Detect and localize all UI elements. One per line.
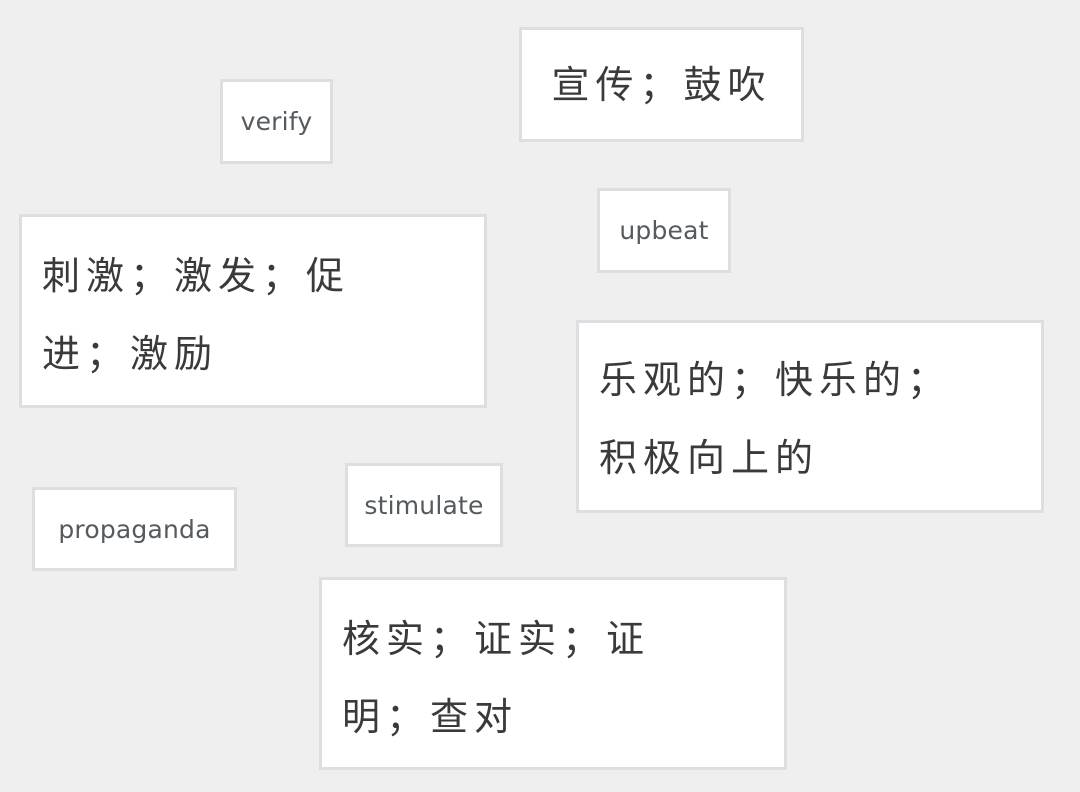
word-card-text: upbeat: [619, 216, 709, 245]
meaning-card-xuanchuan[interactable]: 宣传；鼓吹: [519, 27, 804, 142]
word-card-text: verify: [240, 107, 313, 136]
word-card-propaganda[interactable]: propaganda: [32, 487, 237, 571]
meaning-card-text: 刺激；激发；促进；激励: [42, 254, 351, 376]
meaning-card-text: 宣传；鼓吹: [551, 62, 772, 107]
meaning-card-heshi[interactable]: 核实；证实；证明；查对: [319, 577, 787, 770]
meaning-card-ciji[interactable]: 刺激；激发；促进；激励: [19, 214, 487, 408]
word-card-text: propaganda: [58, 514, 211, 544]
word-card-text: stimulate: [364, 490, 484, 520]
word-card-upbeat[interactable]: upbeat: [597, 188, 731, 273]
word-card-verify[interactable]: verify: [220, 79, 333, 164]
meaning-card-text: 乐观的；快乐的；积极向上的: [599, 358, 952, 480]
meaning-card-leguan[interactable]: 乐观的；快乐的；积极向上的: [576, 320, 1044, 513]
word-card-stimulate[interactable]: stimulate: [345, 463, 503, 547]
meaning-card-text: 核实；证实；证明；查对: [342, 617, 651, 739]
